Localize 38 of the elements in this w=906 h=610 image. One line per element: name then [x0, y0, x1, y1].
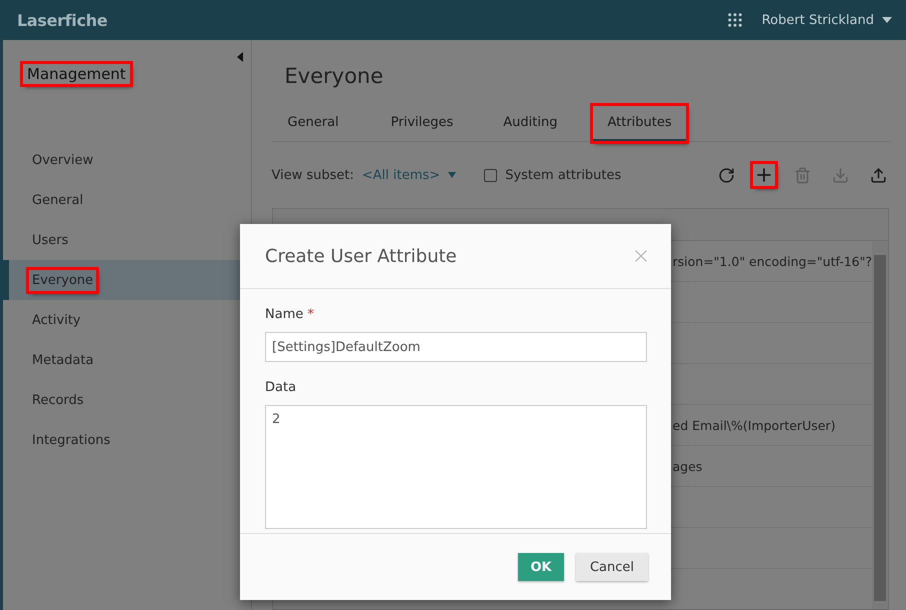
field-label: Name * [265, 307, 315, 322]
user-menu[interactable]: Robert Strickland [762, 12, 892, 28]
field-label: Data [265, 380, 298, 395]
tab[interactable]: General [274, 106, 353, 141]
dialog-title: Create User Attribute [265, 246, 457, 266]
sidebar-item-label: Integrations [31, 432, 112, 450]
sidebar-title: Management [23, 64, 130, 84]
apps-grid-icon[interactable] [726, 11, 744, 29]
logo: Laserfiche [17, 10, 108, 30]
table-cell: rsion="1.0" encoding="utf-16"? [672, 254, 872, 268]
sidebar-item-label: Metadata [31, 352, 95, 370]
checkbox[interactable] [484, 168, 498, 182]
ok-button[interactable]: OK [518, 553, 564, 581]
sidebar-item[interactable]: Overview [3, 140, 251, 180]
sidebar-item-label: Overview [31, 152, 94, 170]
data-field[interactable]: 2 [265, 405, 647, 529]
sidebar-item[interactable]: General [3, 180, 251, 220]
view-subset-label: View subset: [272, 168, 354, 182]
sidebar-item-label: Everyone [29, 270, 96, 290]
name-field[interactable]: [Settings]DefaultZoom [265, 332, 647, 362]
sidebar-item-label: Users [31, 232, 70, 250]
collapse-icon[interactable] [236, 52, 243, 62]
table-cell: ed Email\%(ImporterUser) [672, 418, 836, 432]
sidebar-item-label: Records [31, 392, 85, 410]
table-cell: ages [672, 458, 702, 474]
scrollbar[interactable] [872, 241, 888, 609]
caret-icon [882, 17, 892, 23]
tab[interactable]: Privileges [376, 106, 468, 141]
caret-icon[interactable] [448, 172, 456, 178]
cancel-button[interactable]: Cancel [576, 553, 648, 581]
checkbox-label: System attributes [505, 168, 622, 182]
tab[interactable]: Attributes [593, 106, 686, 141]
page-title: Everyone [284, 64, 384, 88]
add-icon[interactable] [753, 164, 775, 186]
sidebar-item-label: General [31, 192, 84, 210]
subset-dropdown[interactable]: <All items> [362, 168, 440, 182]
tab[interactable]: Auditing [489, 106, 572, 141]
sidebar-item-label: Activity [31, 312, 82, 330]
